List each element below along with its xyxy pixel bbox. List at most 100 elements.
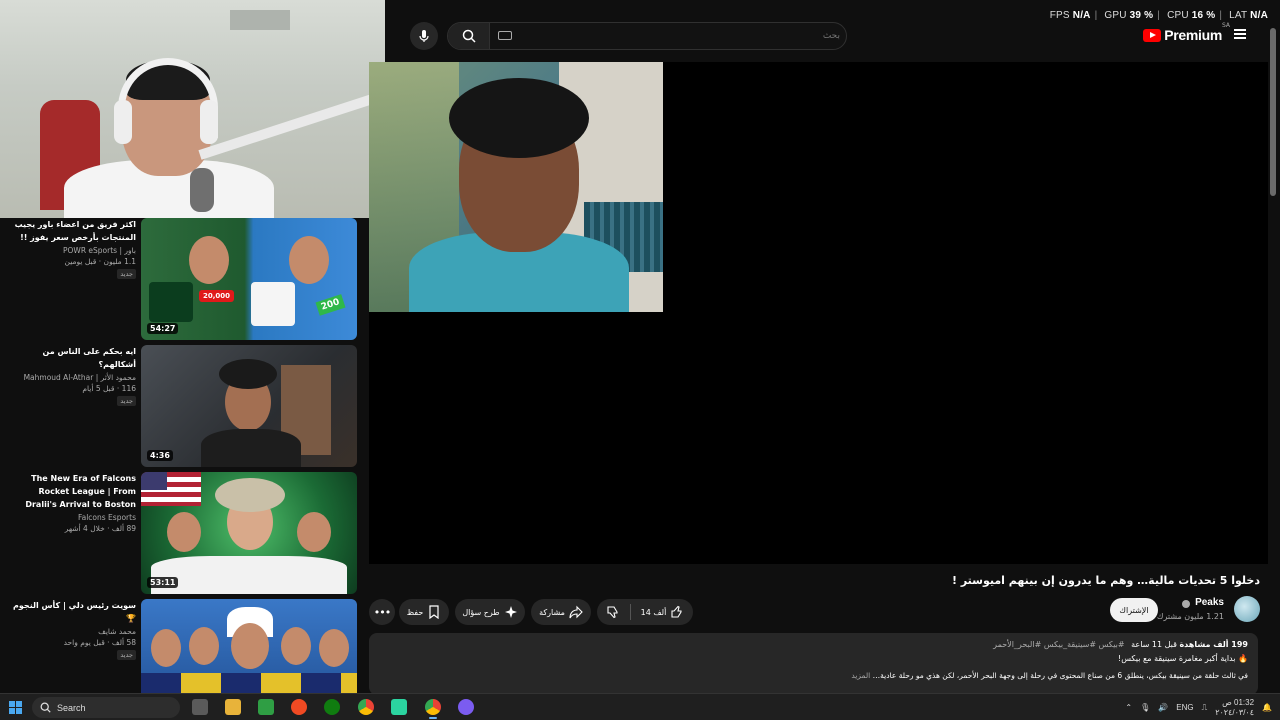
volume-icon[interactable]: 🔊	[1158, 703, 1168, 712]
like-button[interactable]	[670, 605, 684, 619]
thumb-person	[151, 629, 181, 667]
new-badge: جديد	[117, 396, 136, 406]
dislike-button[interactable]	[606, 605, 620, 619]
menu-icon[interactable]	[1234, 29, 1246, 39]
thumb-person	[281, 627, 311, 665]
video-title[interactable]: اكثر فريق من اعضاء باور يجيب المنتجات بأ…	[6, 218, 136, 244]
top-bar: Premium SA	[385, 18, 1270, 54]
video-thumbnail[interactable]: 4:36	[141, 345, 357, 467]
description-box[interactable]: 199 ألف مشاهدة قبل 11 ساعة #بيكس #سينيقة…	[369, 633, 1258, 695]
upload-age: قبل 11 ساعة	[1131, 640, 1177, 649]
youtube-premium-logo[interactable]: Premium SA	[1143, 22, 1230, 43]
gpu-label: GPU	[1104, 10, 1127, 21]
windows-start-icon[interactable]	[9, 701, 22, 714]
mic-tray-icon[interactable]: 🎙	[1140, 703, 1150, 712]
task-view-icon[interactable]	[192, 699, 208, 715]
thumb-person	[289, 236, 329, 284]
taskbar-search[interactable]: Search	[32, 697, 180, 718]
lang-indicator[interactable]: ENG	[1176, 703, 1193, 712]
video-info: اكثر فريق من اعضاء باور يجيب المنتجات بأ…	[6, 218, 136, 279]
clock[interactable]: 01:32 ص ٢٠٢٤/٠٣/٠٤	[1215, 698, 1254, 718]
fps-value: N/A	[1072, 10, 1091, 21]
channel-name[interactable]: Falcons Esports	[6, 513, 136, 522]
list-item[interactable]: 20,000 200 54:27 اكثر فريق من اعضاء باور…	[0, 218, 360, 342]
active-indicator	[429, 717, 437, 719]
subscribe-button[interactable]: الإشتراك	[1110, 598, 1158, 622]
thumb-person	[297, 512, 331, 552]
thumb-hair	[215, 478, 285, 512]
view-count: 199 ألف مشاهدة	[1179, 640, 1248, 649]
thumb-person	[189, 627, 219, 665]
new-badge: جديد	[117, 269, 136, 279]
share-button[interactable]: مشاركة	[531, 599, 591, 625]
network-icon[interactable]: ⎍	[1202, 703, 1208, 713]
video-player[interactable]	[369, 62, 1268, 564]
discord-icon[interactable]	[458, 699, 474, 715]
video-thumbnail[interactable]: 20,000 200 54:27	[141, 218, 357, 340]
share-icon	[569, 605, 583, 619]
search-box	[447, 22, 847, 50]
mic-arm	[198, 94, 373, 160]
chrome-icon[interactable]	[358, 699, 374, 715]
description-meta: 199 ألف مشاهدة قبل 11 ساعة #بيكس #سينيقة…	[379, 640, 1248, 649]
subject-hair	[449, 78, 589, 158]
video-duration: 53:11	[147, 577, 179, 588]
save-label: حفظ	[406, 607, 424, 617]
video-title[interactable]: The New Era of Falcons Rocket League | F…	[6, 472, 136, 511]
notification-icon[interactable]: 🔔	[1262, 703, 1272, 712]
fps-label: FPS	[1049, 10, 1070, 21]
cpu-value: 16 %	[1191, 10, 1216, 21]
video-title[interactable]: سويت رئيس دلي | كأس النجوم 🏆	[6, 599, 136, 625]
brave-icon[interactable]	[291, 699, 307, 715]
price-tag: 200	[315, 294, 346, 316]
mic-icon	[419, 30, 429, 42]
chrome-icon[interactable]	[425, 699, 441, 715]
taskbar-search-label: Search	[57, 702, 86, 713]
ask-question-button[interactable]: طرح سؤال	[455, 599, 525, 625]
video-frame	[369, 62, 663, 312]
channel-name[interactable]: باور | POWR eSports	[6, 246, 136, 255]
channel-name[interactable]: محمد شايف	[6, 627, 136, 636]
clock-time: 01:32 ص	[1222, 697, 1255, 707]
more-icon: •••	[373, 605, 391, 619]
new-badge: جديد	[117, 650, 136, 660]
channel-avatar[interactable]	[1234, 596, 1260, 622]
channel-name[interactable]: محمود الأثر | Mahmoud Al-Athar	[6, 373, 136, 382]
video-title[interactable]: ايه بحكم على الناس من أشكالهم؟	[6, 345, 136, 371]
video-info: The New Era of Falcons Rocket League | F…	[6, 472, 136, 533]
app-icon[interactable]	[391, 699, 407, 715]
logo-region: SA	[1221, 22, 1230, 29]
ask-label: طرح سؤال	[462, 607, 500, 617]
video-info: ايه بحكم على الناس من أشكالهم؟ محمود الأ…	[6, 345, 136, 406]
save-button[interactable]: حفظ	[399, 599, 449, 625]
voice-search-button[interactable]	[410, 22, 438, 50]
description-line-1: 🔥 بداية أكبر مغامرة سينيقة مع بيكس!	[1117, 654, 1248, 663]
search-icon	[40, 702, 51, 713]
system-tray: ⌃ 🎙 🔊 ENG ⎍ 01:32 ص ٢٠٢٤/٠٣/٠٤ 🔔	[1125, 694, 1280, 720]
cpu-label: CPU	[1167, 10, 1189, 21]
page-scrollbar[interactable]	[1270, 28, 1276, 196]
search-button[interactable]	[448, 23, 490, 49]
list-item[interactable]: 53:11 The New Era of Falcons Rocket Leag…	[0, 472, 360, 596]
more-actions-button[interactable]: •••	[369, 599, 395, 625]
video-title: دخلوا 5 تحديات مالية… وهم ما يدرون إن بي…	[951, 574, 1260, 587]
wall-ac-unit	[230, 10, 290, 30]
keyboard-icon[interactable]	[498, 31, 512, 40]
thumb-shirt	[201, 429, 301, 467]
thumb-person	[167, 512, 201, 552]
file-explorer-icon[interactable]	[225, 699, 241, 715]
like-divider	[629, 604, 631, 620]
list-item[interactable]: 4:36 ايه بحكم على الناس من أشكالهم؟ محمو…	[0, 345, 360, 469]
chevron-up-icon[interactable]: ⌃	[1125, 703, 1132, 712]
like-icon	[671, 605, 682, 618]
hashtags[interactable]: #بيكس #سينيقة_بيكس #البحر_الأحمر	[993, 640, 1124, 649]
channel-name[interactable]: Peaks	[1195, 597, 1224, 608]
store-icon[interactable]	[258, 699, 274, 715]
logo-text: Premium	[1164, 27, 1222, 43]
video-thumbnail[interactable]: 53:11	[141, 472, 357, 594]
show-more-link[interactable]: المزيد	[851, 671, 870, 680]
search-input[interactable]	[518, 23, 840, 49]
video-duration: 4:36	[147, 450, 173, 461]
webcam-overlay	[0, 0, 385, 218]
xbox-icon[interactable]	[324, 699, 340, 715]
